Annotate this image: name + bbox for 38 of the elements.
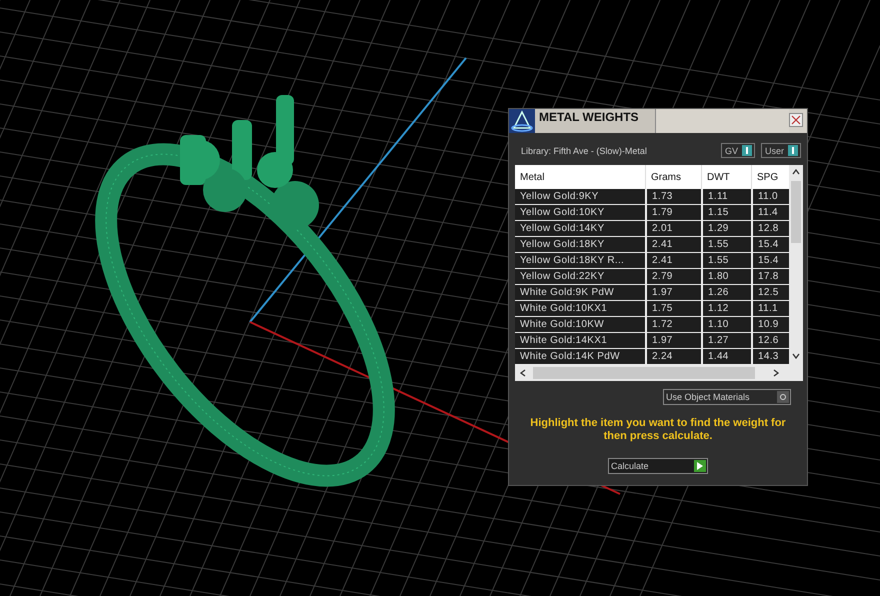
table-cell-text: Yellow Gold:14KY (519, 222, 606, 236)
panel-title: METAL WEIGHTS (535, 109, 655, 133)
table-row[interactable]: White Gold:9K PdW 1.97 1.26 12.5 (515, 285, 789, 301)
table-cell-text: Yellow Gold:9KY (519, 190, 600, 204)
toggle-button[interactable]: GV (720, 143, 755, 158)
table-row[interactable]: White Gold:10KW 1.72 1.10 10.9 (515, 317, 789, 333)
table-row[interactable]: White Gold:14K PdW 2.24 1.44 14.3 (515, 349, 789, 365)
use-object-materials-toggle[interactable]: Use Object Materials (663, 389, 791, 405)
calculate-button[interactable]: Calculate (608, 458, 708, 474)
table-cell-text: White Gold:9K PdW (519, 286, 616, 300)
close-button[interactable] (789, 113, 803, 127)
scrollbar-thumb[interactable] (791, 181, 801, 243)
instruction-text: Highlight the item you want to find the weight for then press calculate. (529, 417, 787, 443)
horizontal-scrollbar[interactable] (515, 365, 803, 381)
table-row[interactable]: Yellow Gold:22KY 2.79 1.80 17.8 (515, 269, 789, 285)
scrollbar-thumb[interactable] (533, 367, 755, 379)
table-row[interactable]: Yellow Gold:14KY 2.01 1.29 12.8 (515, 221, 789, 237)
toggle-button[interactable]: User (760, 143, 801, 158)
table-row[interactable]: Yellow Gold:18KY R... 2.41 1.55 15.4 (515, 253, 789, 269)
column-header[interactable]: Metal (515, 165, 645, 189)
table-row[interactable]: Yellow Gold:18KY 2.41 1.55 15.4 (515, 237, 789, 253)
play-icon (697, 462, 703, 470)
pyramid-logo-icon (509, 109, 535, 133)
vertical-scrollbar[interactable] (789, 165, 803, 365)
table-cell-text: Yellow Gold:10KY (519, 206, 606, 220)
table-cell-text: Yellow Gold:18KY R... (519, 254, 626, 268)
table-cell-text: White Gold:10KX1 (519, 302, 608, 316)
table-cell-text: Yellow Gold:22KY (519, 270, 606, 284)
table-row[interactable]: Yellow Gold:10KY 1.79 1.15 11.4 (515, 205, 789, 221)
table-cell-text: White Gold:14K PdW (519, 350, 621, 364)
table-cell-text: White Gold:10KW (519, 318, 605, 332)
table-row[interactable]: White Gold:14KX1 1.97 1.27 12.6 (515, 333, 789, 349)
table-row[interactable]: Yellow Gold:9KY 1.73 1.11 11.0 (515, 189, 789, 205)
table-cell-text: Yellow Gold:18KY (519, 238, 606, 252)
table-row[interactable]: White Gold:10KX1 1.75 1.12 11.1 (515, 301, 789, 317)
table-cell-text: White Gold:14KX1 (519, 334, 608, 348)
close-icon (791, 115, 801, 125)
library-label: Library: Fifth Ave - (Slow)-Metal (521, 146, 648, 156)
